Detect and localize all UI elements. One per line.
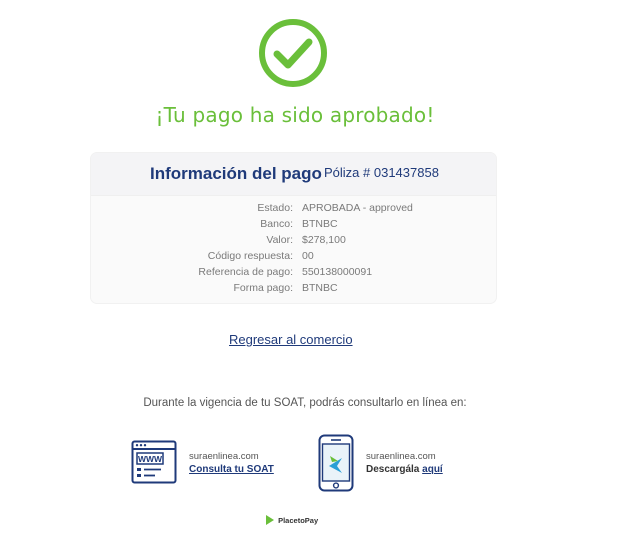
- detail-row-forma-pago: Forma pago: BTNBC: [91, 282, 496, 298]
- detail-label: Referencia de pago:: [198, 266, 293, 278]
- download-app-link[interactable]: Descargála aquí: [366, 464, 443, 475]
- detail-value: $278,100: [302, 234, 346, 246]
- download-app-prefix: Descargála: [366, 464, 420, 475]
- placetopay-logo-icon: PlacetoPay: [264, 514, 318, 528]
- provider-name: PlacetoPay: [278, 516, 319, 525]
- payment-details: Estado: APROBADA - approved Banco: BTNBC…: [91, 202, 496, 298]
- check-circle-icon: [258, 18, 328, 88]
- detail-label: Forma pago:: [233, 282, 293, 294]
- detail-value: 00: [302, 250, 314, 262]
- mobile-app-icon[interactable]: [318, 434, 354, 492]
- consult-soat-link[interactable]: Consulta tu SOAT: [189, 464, 274, 475]
- detail-row-banco: Banco: BTNBC: [91, 218, 496, 234]
- detail-value: BTNBC: [302, 218, 338, 230]
- policy-number: Póliza # 031437858: [324, 165, 439, 180]
- svg-text:WWW: WWW: [138, 454, 163, 464]
- detail-value: APROBADA - approved: [302, 202, 413, 214]
- detail-value: BTNBC: [302, 282, 338, 294]
- detail-label: Banco:: [260, 218, 293, 230]
- detail-row-estado: Estado: APROBADA - approved: [91, 202, 496, 218]
- consult-soat-link-text[interactable]: Consulta tu SOAT: [189, 464, 274, 475]
- success-headline: ¡Tu pago ha sido aprobado!: [155, 103, 435, 127]
- detail-label: Valor:: [266, 234, 293, 246]
- payment-info-card: Información del pago Póliza # 031437858 …: [90, 152, 497, 304]
- soat-info-text: Durante la vigencia de tu SOAT, podrás c…: [143, 397, 467, 409]
- detail-row-referencia: Referencia de pago: 550138000091: [91, 266, 496, 282]
- detail-label: Código respuesta:: [207, 250, 293, 262]
- payment-info-title: Información del pago: [150, 164, 322, 183]
- detail-row-codigo: Código respuesta: 00: [91, 250, 496, 266]
- app-site-name: suraenlinea.com: [366, 451, 436, 462]
- download-app-link-text[interactable]: aquí: [422, 464, 443, 475]
- site-name: suraenlinea.com: [189, 451, 259, 462]
- payment-info-header: Información del pago Póliza # 031437858: [91, 153, 496, 196]
- detail-label: Estado:: [257, 202, 293, 214]
- www-browser-icon[interactable]: WWW: [131, 440, 177, 484]
- return-to-merchant-link[interactable]: Regresar al comercio: [229, 332, 353, 347]
- detail-row-valor: Valor: $278,100: [91, 234, 496, 250]
- detail-value: 550138000091: [302, 266, 373, 278]
